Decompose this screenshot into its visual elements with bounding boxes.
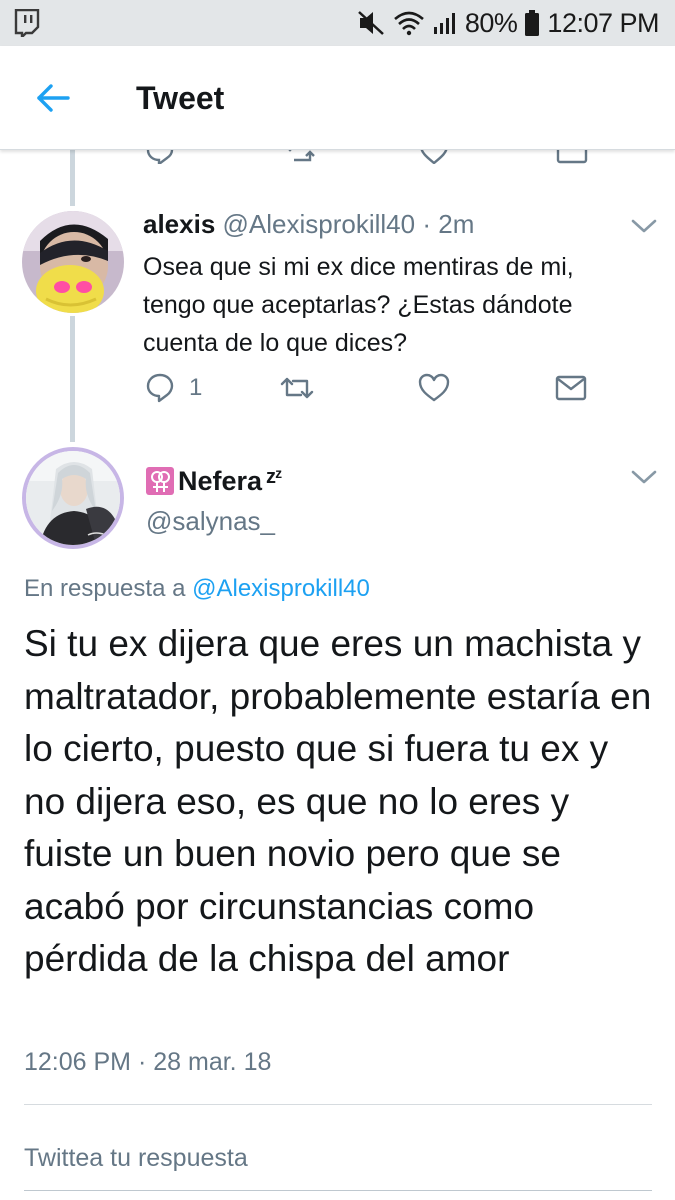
- previous-reply-count: 1: [193, 150, 206, 156]
- signal-icon: [433, 13, 455, 34]
- user-handle[interactable]: @salynas_: [146, 503, 275, 539]
- direct-message-button[interactable]: [555, 370, 587, 406]
- page-title: Tweet: [136, 80, 225, 116]
- tweet-actions: 1: [143, 370, 603, 406]
- tweet-text: Si tu ex dijera que eres un machista y m…: [24, 623, 652, 979]
- tweet-age: 2m: [438, 209, 475, 239]
- timestamp-separator: ·: [137, 1048, 147, 1076]
- name-suffix: zᶻ: [266, 466, 282, 488]
- wifi-icon: [394, 11, 424, 36]
- user-handle[interactable]: @Alexisprokill40: [223, 209, 416, 239]
- app-notification-icon: [14, 9, 40, 37]
- replying-to-label: En respuesta a: [24, 575, 186, 602]
- tweet-header: alexis @Alexisprokill40 · 2m: [143, 207, 474, 241]
- avatar[interactable]: [22, 211, 124, 313]
- like-icon: [418, 373, 450, 402]
- divider: [24, 1104, 652, 1105]
- status-bar: 80% 12:07 PM: [0, 0, 675, 46]
- retweet-icon[interactable]: [284, 150, 316, 164]
- replying-to: En respuesta a @Alexisprokill40: [24, 572, 370, 606]
- reply-input[interactable]: Twittea tu respuesta: [24, 1140, 644, 1176]
- back-arrow-icon: [37, 84, 70, 112]
- tweet-timestamp: 12:06 PM · 28 mar. 18: [24, 1044, 271, 1080]
- reply-icon[interactable]: [145, 150, 175, 164]
- reply-count: 1: [189, 374, 203, 401]
- avatar[interactable]: [22, 447, 124, 549]
- user-name[interactable]: Nefera: [178, 463, 262, 499]
- tweet-text: Osea que si mi ex dice mentiras de mi, t…: [143, 253, 574, 357]
- reply-button[interactable]: 1: [145, 370, 202, 406]
- chevron-down-icon[interactable]: [629, 467, 659, 487]
- battery-icon: [525, 10, 540, 36]
- battery-percent: 80%: [464, 7, 518, 38]
- tweet-date: 28 mar. 18: [153, 1048, 272, 1076]
- previous-tweet-actions: 1: [0, 150, 675, 164]
- message-icon: [555, 375, 587, 401]
- female-symbol-icon: [146, 467, 174, 495]
- back-button[interactable]: [30, 76, 76, 120]
- app-header: Tweet: [0, 46, 675, 150]
- divider: [24, 1190, 652, 1191]
- meta-separator: ·: [422, 209, 432, 239]
- message-icon[interactable]: [556, 150, 588, 164]
- thread-line-middle: [70, 316, 75, 442]
- retweet-button[interactable]: [280, 370, 314, 406]
- clock: 12:07 PM: [547, 7, 659, 38]
- chevron-down-icon[interactable]: [629, 216, 659, 236]
- mute-icon: [358, 11, 384, 35]
- like-icon[interactable]: [418, 150, 450, 164]
- reply-icon: [146, 373, 174, 403]
- tweet-time: 12:06 PM: [24, 1048, 132, 1076]
- replying-to-link[interactable]: @Alexisprokill40: [192, 575, 370, 602]
- thread-line-top: [70, 150, 75, 206]
- retweet-icon: [280, 377, 314, 399]
- user-name-row: Nefera zᶻ: [146, 463, 282, 499]
- like-button[interactable]: [417, 370, 451, 406]
- user-name[interactable]: alexis: [143, 209, 215, 239]
